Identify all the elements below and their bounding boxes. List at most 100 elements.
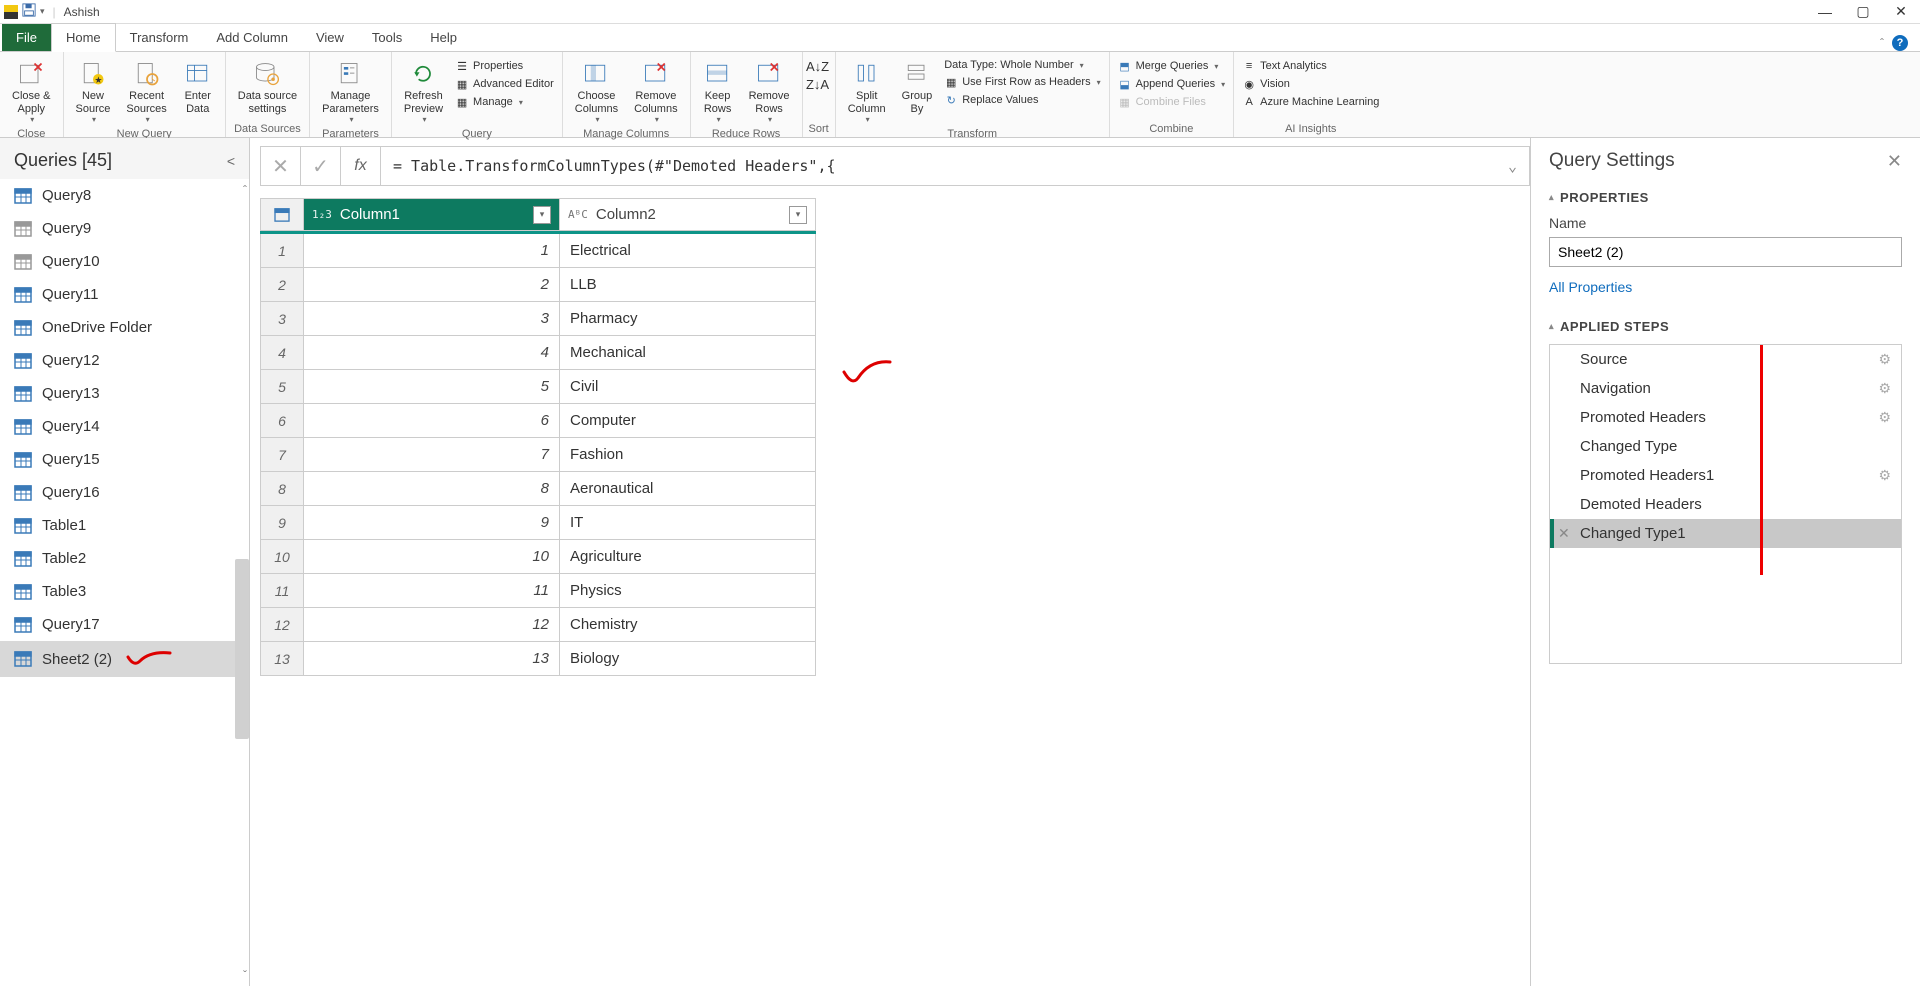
column2-filter-icon[interactable]: ▾ xyxy=(789,206,807,224)
query-item[interactable]: Query10 xyxy=(0,245,249,278)
merge-queries-button[interactable]: ⬒Merge Queries▾ xyxy=(1116,58,1228,74)
cell-column1[interactable]: 2 xyxy=(304,268,560,302)
cell-column2[interactable]: LLB xyxy=(560,268,816,302)
table-row[interactable]: 77Fashion xyxy=(260,438,816,472)
collapse-sidebar-icon[interactable]: < xyxy=(227,153,235,169)
applied-step[interactable]: Promoted Headers⚙ xyxy=(1550,403,1901,432)
formula-input[interactable]: = Table.TransformColumnTypes(#"Demoted H… xyxy=(380,146,1530,186)
table-row[interactable]: 88Aeronautical xyxy=(260,472,816,506)
cell-column2[interactable]: Pharmacy xyxy=(560,302,816,336)
close-settings-icon[interactable]: ✕ xyxy=(1887,151,1902,172)
query-item[interactable]: Query9 xyxy=(0,212,249,245)
commit-formula-button[interactable]: ✓ xyxy=(300,146,340,186)
query-item[interactable]: Table1 xyxy=(0,509,249,542)
cell-column2[interactable]: Aeronautical xyxy=(560,472,816,506)
table-row[interactable]: 1111Physics xyxy=(260,574,816,608)
cell-column1[interactable]: 8 xyxy=(304,472,560,506)
tab-help[interactable]: Help xyxy=(416,24,471,51)
group-by-button[interactable]: Group By xyxy=(896,56,939,117)
cell-column2[interactable]: Chemistry xyxy=(560,608,816,642)
sort-asc-button[interactable]: A↓Z xyxy=(809,58,827,74)
applied-steps-header[interactable]: ▴APPLIED STEPS xyxy=(1549,319,1902,334)
applied-step[interactable]: Demoted Headers xyxy=(1550,490,1901,519)
query-item[interactable]: OneDrive Folder xyxy=(0,311,249,344)
query-item[interactable]: Query13 xyxy=(0,377,249,410)
keep-rows-button[interactable]: Keep Rows▾ xyxy=(697,56,739,126)
applied-step[interactable]: Promoted Headers1⚙ xyxy=(1550,461,1901,490)
text-analytics-button[interactable]: ≡Text Analytics xyxy=(1240,58,1381,74)
cell-column2[interactable]: Electrical xyxy=(560,234,816,268)
applied-step[interactable]: Changed Type xyxy=(1550,432,1901,461)
close-icon[interactable]: ✕ xyxy=(1894,5,1908,19)
applied-step[interactable]: Source⚙ xyxy=(1550,345,1901,374)
cell-column1[interactable]: 9 xyxy=(304,506,560,540)
cell-column2[interactable]: Physics xyxy=(560,574,816,608)
scroll-down-icon[interactable]: ˇ xyxy=(243,968,247,982)
tab-home[interactable]: Home xyxy=(51,23,116,52)
table-row[interactable]: 99IT xyxy=(260,506,816,540)
query-item[interactable]: Query16 xyxy=(0,476,249,509)
table-row[interactable]: 44Mechanical xyxy=(260,336,816,370)
all-properties-link[interactable]: All Properties xyxy=(1549,279,1902,295)
column1-filter-icon[interactable]: ▾ xyxy=(533,206,551,224)
query-item[interactable]: Table3 xyxy=(0,575,249,608)
data-source-settings-button[interactable]: Data source settings xyxy=(232,56,303,117)
close-apply-button[interactable]: Close & Apply▾ xyxy=(6,56,57,126)
help-icon[interactable]: ? xyxy=(1892,35,1908,51)
scroll-up-icon[interactable]: ˆ xyxy=(243,183,247,197)
remove-rows-button[interactable]: Remove Rows▾ xyxy=(743,56,796,126)
gear-icon[interactable]: ⚙ xyxy=(1878,467,1891,484)
cell-column1[interactable]: 1 xyxy=(304,234,560,268)
cell-column2[interactable]: Agriculture xyxy=(560,540,816,574)
data-type-button[interactable]: Data Type: Whole Number▾ xyxy=(942,58,1102,72)
refresh-preview-button[interactable]: Refresh Preview▾ xyxy=(398,56,449,126)
column-header-2[interactable]: AᴮC Column2 ▾ xyxy=(560,198,816,231)
qat-dropdown-icon[interactable]: ▾ xyxy=(40,6,45,17)
query-item[interactable]: Query8 xyxy=(0,179,249,212)
first-row-headers-button[interactable]: ▦Use First Row as Headers▾ xyxy=(942,74,1102,90)
column-header-1[interactable]: 1₂3 Column1 ▾ xyxy=(304,198,560,231)
cell-column1[interactable]: 3 xyxy=(304,302,560,336)
cell-column1[interactable]: 10 xyxy=(304,540,560,574)
cell-column2[interactable]: Biology xyxy=(560,642,816,676)
table-row[interactable]: 55Civil xyxy=(260,370,816,404)
query-item[interactable]: Query11 xyxy=(0,278,249,311)
cell-column2[interactable]: IT xyxy=(560,506,816,540)
cell-column1[interactable]: 12 xyxy=(304,608,560,642)
cell-column1[interactable]: 5 xyxy=(304,370,560,404)
remove-columns-button[interactable]: Remove Columns▾ xyxy=(628,56,683,126)
gear-icon[interactable]: ⚙ xyxy=(1878,351,1891,368)
cell-column2[interactable]: Mechanical xyxy=(560,336,816,370)
table-row[interactable]: 1212Chemistry xyxy=(260,608,816,642)
cell-column2[interactable]: Civil xyxy=(560,370,816,404)
expand-formula-icon[interactable]: ⌄ xyxy=(1508,157,1517,175)
properties-button[interactable]: ☰Properties xyxy=(453,58,556,74)
advanced-editor-button[interactable]: ▦Advanced Editor xyxy=(453,76,556,92)
cell-column2[interactable]: Fashion xyxy=(560,438,816,472)
minimize-icon[interactable]: — xyxy=(1818,5,1832,19)
gear-icon[interactable]: ⚙ xyxy=(1878,380,1891,397)
tab-file[interactable]: File xyxy=(2,24,51,51)
table-row[interactable]: 22LLB xyxy=(260,268,816,302)
tab-view[interactable]: View xyxy=(302,24,358,51)
properties-header[interactable]: ▴PROPERTIES xyxy=(1549,190,1902,205)
table-row[interactable]: 33Pharmacy xyxy=(260,302,816,336)
append-queries-button[interactable]: ⬓Append Queries▾ xyxy=(1116,76,1228,92)
manage-parameters-button[interactable]: Manage Parameters▾ xyxy=(316,56,385,126)
cell-column1[interactable]: 13 xyxy=(304,642,560,676)
save-icon[interactable] xyxy=(22,3,36,20)
collapse-ribbon-icon[interactable]: ˆ xyxy=(1880,36,1884,50)
query-item[interactable]: Query17 xyxy=(0,608,249,641)
table-row[interactable]: 11Electrical xyxy=(260,234,816,268)
sort-desc-button[interactable]: Z↓A xyxy=(809,76,827,92)
split-column-button[interactable]: Split Column▾ xyxy=(842,56,892,126)
cell-column1[interactable]: 6 xyxy=(304,404,560,438)
tab-tools[interactable]: Tools xyxy=(358,24,416,51)
recent-sources-button[interactable]: Recent Sources▾ xyxy=(120,56,172,126)
combine-files-button[interactable]: ▦Combine Files xyxy=(1116,94,1228,110)
scrollbar[interactable] xyxy=(235,559,249,739)
query-name-input[interactable] xyxy=(1549,237,1902,267)
table-row[interactable]: 66Computer xyxy=(260,404,816,438)
table-corner[interactable] xyxy=(260,198,304,231)
fx-icon[interactable]: fx xyxy=(340,146,380,186)
